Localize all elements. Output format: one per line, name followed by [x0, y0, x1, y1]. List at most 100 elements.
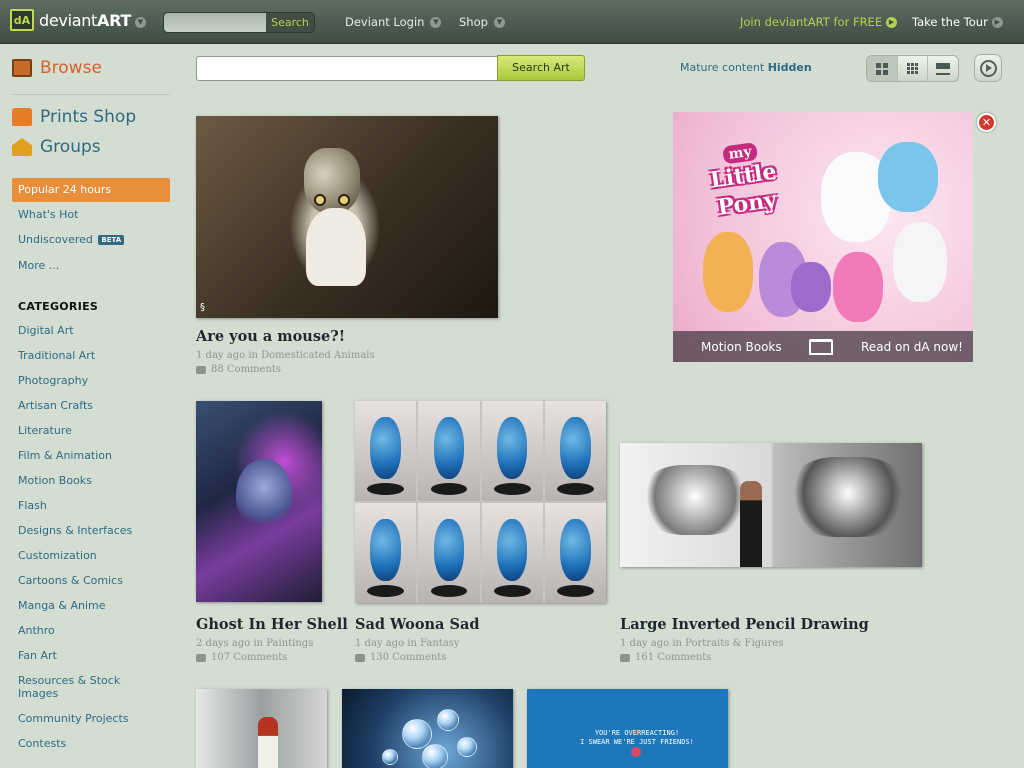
deviation-category[interactable]: Domesticated Animals [261, 350, 375, 361]
pencil-image-part [788, 457, 908, 537]
browse-icon [12, 59, 32, 77]
category-link[interactable]: Community Projects [18, 712, 168, 725]
view-grid-small-button[interactable] [898, 56, 929, 81]
comment-bubble-icon [196, 653, 206, 662]
deviation-age: 1 day ago [355, 638, 405, 649]
comic-image-part [631, 747, 641, 757]
deviation-comments[interactable]: 161 Comments [620, 652, 711, 663]
category-link[interactable]: Artisan Crafts [18, 399, 168, 412]
category-link[interactable]: Designs & Interfaces [18, 524, 168, 537]
deviation-thumbnail-comic[interactable]: YOU'RE OVERREACTING! I SWEAR WE'RE JUST F… [527, 689, 728, 768]
category-link[interactable]: Flash [18, 499, 168, 512]
category-link[interactable]: Contests [18, 737, 168, 750]
close-ad-icon[interactable]: ✕ [977, 113, 996, 132]
deviation-comments[interactable]: 107 Comments [196, 652, 287, 663]
category-link[interactable]: Resources & Stock Images [18, 674, 128, 700]
sidebar-browse[interactable]: Browse [12, 58, 102, 78]
woona-image-part [481, 401, 543, 501]
deviation-meta: 1 day ago in Fantasy [355, 638, 460, 649]
sidebar-prints-shop[interactable]: Prints Shop [12, 107, 136, 127]
deviation-thumbnail-cosplay[interactable] [196, 689, 327, 768]
cat-image-part [314, 194, 326, 206]
woona-image-part [481, 503, 543, 603]
deviation-in: in [672, 638, 682, 649]
category-link[interactable]: Traditional Art [18, 349, 168, 362]
woona-image-part [544, 401, 606, 501]
advertisement[interactable]: my Little Pony Motion Books Read on dA n… [673, 112, 973, 362]
deviation-meta: 1 day ago in Domesticated Animals [196, 350, 375, 361]
deviation-category[interactable]: Paintings [266, 638, 313, 649]
woona-image-part [544, 503, 606, 603]
search-art-button[interactable]: Search Art [497, 55, 585, 81]
category-link[interactable]: Fan Art [18, 649, 168, 662]
sidebar-prints-shop-label: Prints Shop [40, 107, 137, 127]
ad-image-part [833, 252, 883, 322]
view-list-button[interactable] [928, 56, 958, 81]
book-icon [809, 338, 834, 355]
comment-bubble-icon [620, 653, 630, 662]
arrow-right-icon: ▶ [886, 17, 898, 28]
ad-image-part [878, 142, 938, 212]
nav-shop[interactable]: Shop ▼ [459, 15, 505, 29]
sidebar-groups[interactable]: Groups [12, 137, 101, 157]
deviation-category[interactable]: Portraits & Figures [685, 638, 783, 649]
category-link[interactable]: Film & Animation [18, 449, 168, 462]
deviation-title[interactable]: Large Inverted Pencil Drawing [620, 616, 869, 633]
house-icon [12, 138, 32, 156]
ad-caption-bar: Motion Books Read on dA now! [673, 331, 973, 362]
slideshow-play-button[interactable] [974, 54, 1002, 82]
nav-deviant-login[interactable]: Deviant Login ▼ [345, 15, 442, 29]
category-link[interactable]: Customization [18, 549, 168, 562]
chevron-down-icon: ▼ [430, 17, 442, 28]
category-link[interactable]: Motion Books [18, 474, 168, 487]
comment-bubble-icon [355, 653, 365, 662]
sidebar-item-whats-hot[interactable]: What's Hot [18, 208, 78, 221]
art-search-input[interactable] [196, 56, 498, 81]
top-bar: dA deviantART ▼ Search Deviant Login ▼ Sh… [0, 0, 1024, 44]
sidebar-item-popular[interactable]: Popular 24 hours [12, 178, 170, 202]
ad-image-part [791, 262, 831, 312]
grid-icon [875, 62, 888, 75]
grid-small-icon [907, 63, 918, 74]
bubble-image-part [422, 744, 448, 768]
logo-text: deviantART [39, 11, 131, 30]
logo-menu-chevron-icon[interactable]: ▼ [135, 17, 146, 28]
deviation-title[interactable]: Sad Woona Sad [355, 616, 480, 633]
logo-text-light: deviant [39, 10, 98, 30]
comments-count: 161 Comments [635, 652, 712, 663]
deviation-comments[interactable]: 130 Comments [355, 652, 446, 663]
category-link[interactable]: Manga & Anime [18, 599, 168, 612]
category-link[interactable]: Anthro [18, 624, 168, 637]
logo[interactable]: dA deviantART [10, 9, 131, 31]
category-link[interactable]: Cartoons & Comics [18, 574, 168, 587]
deviantart-logo-icon: dA [10, 9, 34, 31]
deviation-thumbnail-bubbles[interactable] [342, 689, 513, 768]
deviation-thumbnail-woona[interactable] [355, 401, 606, 603]
deviation-title[interactable]: Are you a mouse?! [196, 328, 345, 345]
category-link[interactable]: Photography [18, 374, 168, 387]
category-link[interactable]: Literature [18, 424, 168, 437]
play-icon [979, 59, 997, 77]
mature-label: Mature content [680, 61, 765, 74]
tour-link[interactable]: Take the Tour ▶ [912, 15, 1003, 29]
arrow-right-icon: ▶ [991, 17, 1003, 28]
deviation-comments[interactable]: 88 Comments [196, 364, 281, 375]
deviation-category[interactable]: Fantasy [420, 638, 459, 649]
comic-text: YOU'RE OVERREACTING! I SWEAR WE'RE JUST F… [577, 729, 697, 747]
cosplay-image-part [258, 717, 278, 768]
deviation-title[interactable]: Ghost In Her Shell [196, 616, 348, 633]
header-search-input[interactable] [164, 13, 266, 32]
deviation-thumbnail-pencil[interactable] [620, 443, 922, 567]
logo-text-bold: ART [97, 10, 132, 30]
deviation-thumbnail-cat[interactable]: § [196, 116, 498, 318]
sidebar-item-undiscovered[interactable]: Undiscovered BETA [18, 233, 125, 246]
sidebar-item-more[interactable]: More ... [18, 259, 59, 272]
category-link[interactable]: Digital Art [18, 324, 168, 337]
my-little-pony-logo: my Little Pony [673, 113, 818, 248]
deviation-age: 1 day ago [620, 638, 670, 649]
mature-content-toggle[interactable]: Mature content Hidden [680, 61, 812, 74]
header-search-button[interactable]: Search [266, 13, 314, 32]
deviation-thumbnail-ghost[interactable] [196, 401, 322, 602]
view-grid-large-button[interactable] [867, 56, 898, 81]
join-link[interactable]: Join deviantART for FREE ▶ [740, 15, 898, 29]
